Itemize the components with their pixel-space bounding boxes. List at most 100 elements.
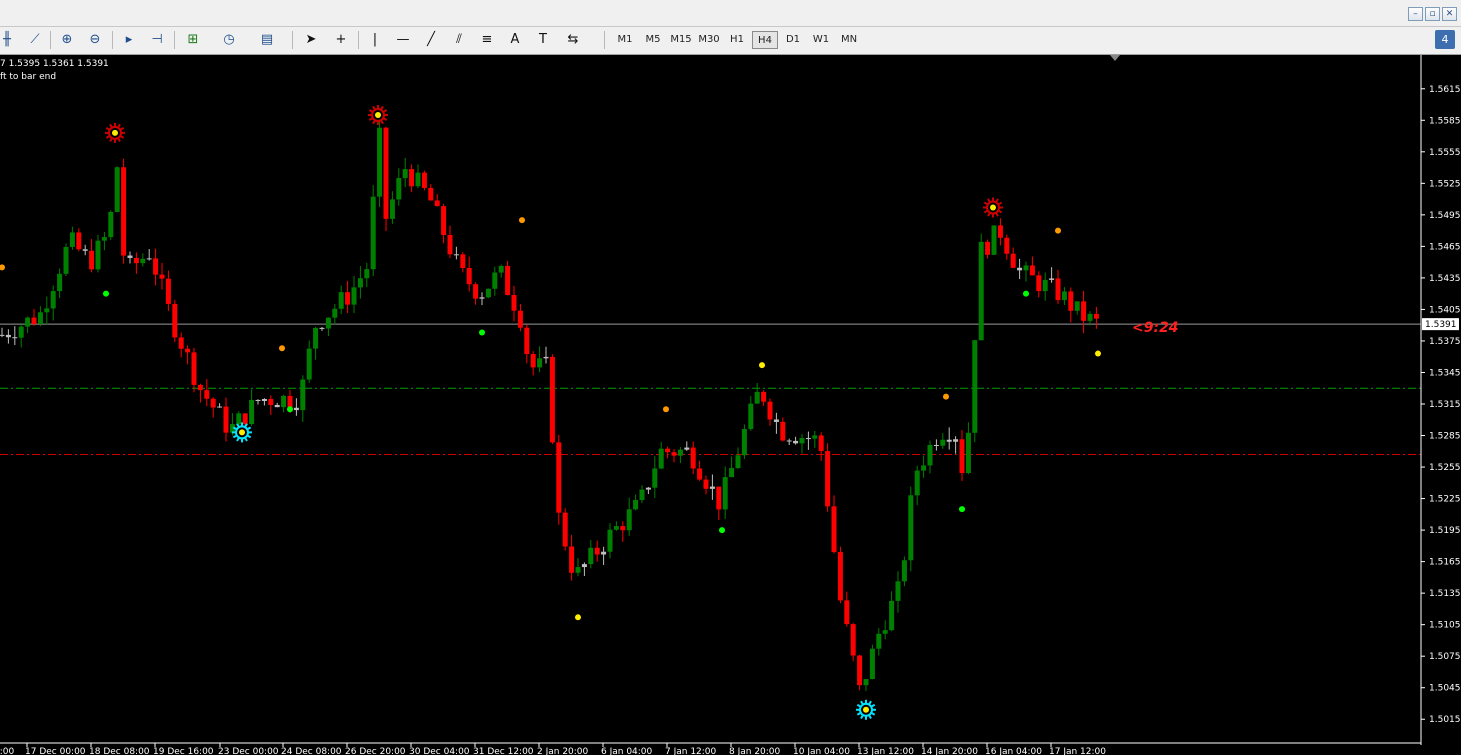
candle-body: [261, 399, 267, 401]
price-tick-label: 1.5045: [1429, 684, 1461, 694]
zoom-out-icon[interactable]: ⊖: [84, 30, 106, 50]
candle-body: [153, 258, 159, 275]
tf-m5[interactable]: M5: [641, 31, 665, 49]
time-tick-label: 6 Jan 04:00: [601, 747, 653, 755]
candle-body: [767, 401, 773, 420]
candle-body: [185, 348, 191, 353]
tf-h1[interactable]: H1: [725, 31, 749, 49]
candle-body: [281, 395, 287, 408]
price-tick-label: 1.5015: [1429, 715, 1461, 725]
periods-clock-icon[interactable]: ◷: [218, 30, 240, 50]
candle-body: [197, 384, 203, 391]
price-tick-label: 1.5285: [1429, 432, 1461, 442]
price-tick-label: 1.5435: [1429, 274, 1461, 284]
candle-body: [172, 303, 178, 338]
time-tick-label: 8 Jan 20:00: [729, 747, 781, 755]
candle-body: [1068, 291, 1074, 311]
trendline-icon[interactable]: ╱: [420, 30, 442, 50]
time-tick-label: 18 Dec 08:00: [89, 747, 150, 755]
candle-body: [121, 167, 127, 256]
tf-m1[interactable]: M1: [613, 31, 637, 49]
minimize-button[interactable]: –: [1408, 7, 1423, 21]
yellow-signal-dot: [575, 614, 581, 621]
candle-body: [268, 399, 274, 405]
auto-scroll-icon[interactable]: ▸: [118, 30, 140, 50]
indicators-icon[interactable]: ⊞: [182, 30, 204, 50]
zoom-in-icon[interactable]: ⊕: [56, 30, 78, 50]
price-tick-label: 1.5555: [1429, 148, 1461, 158]
price-tick-label: 1.5525: [1429, 179, 1461, 189]
candle-body: [517, 310, 523, 328]
candle-body: [140, 258, 146, 264]
sell-signal-icon: [983, 197, 1003, 218]
tf-m30[interactable]: M30: [695, 31, 723, 49]
tf-d1[interactable]: D1: [781, 31, 805, 49]
candle-body: [658, 448, 664, 469]
candle-body: [249, 399, 255, 424]
yellow-signal-dot: [1095, 350, 1101, 357]
candle-body: [447, 235, 453, 255]
crosshair-icon[interactable]: +: [330, 30, 352, 50]
candle-body: [31, 317, 37, 324]
price-chart[interactable]: 1.5615 1.5585 1.5555 1.5525 1.5495 1.5465 1.54…: [0, 55, 1461, 755]
candle-body: [761, 391, 767, 402]
time-tick-label: 31 Dec 12:00: [473, 747, 534, 755]
candle-body: [1029, 265, 1035, 276]
current-price-label: 1.5391: [1425, 320, 1457, 330]
text-label-icon[interactable]: T: [532, 30, 554, 50]
price-tick-label: 1.5225: [1429, 495, 1461, 505]
tf-m15[interactable]: M15: [667, 31, 695, 49]
line-chart-icon[interactable]: ⟋: [24, 30, 46, 50]
close-button[interactable]: ✕: [1442, 7, 1457, 21]
candle-body: [965, 432, 971, 474]
candle-body: [108, 211, 114, 238]
price-tick-label: 1.5255: [1429, 463, 1461, 473]
candle-body: [677, 449, 683, 456]
candle-body: [505, 265, 511, 296]
horizontal-line-icon[interactable]: —: [392, 30, 414, 50]
restore-button[interactable]: ▫: [1425, 7, 1440, 21]
candle-body: [76, 232, 82, 250]
candle-body: [1010, 253, 1016, 268]
chart-shift-icon[interactable]: ⊣: [146, 30, 168, 50]
price-tick-label: 1.5075: [1429, 652, 1461, 662]
indicator-label: ft to bar end: [0, 72, 57, 82]
candle-body: [300, 379, 306, 411]
candle-body: [82, 249, 88, 251]
vertical-line-icon[interactable]: |: [364, 30, 386, 50]
tf-w1[interactable]: W1: [809, 31, 833, 49]
toolbar-separator: [174, 31, 175, 49]
cursor-icon[interactable]: ➤: [300, 30, 322, 50]
candle-body: [748, 403, 754, 430]
candle-body: [165, 278, 171, 304]
candle-body: [569, 546, 575, 573]
buy-signal-icon: [856, 699, 876, 720]
toolbar-separator: [112, 31, 113, 49]
candle-body: [709, 486, 715, 489]
candle-body: [581, 564, 587, 568]
price-tick-label: 1.5465: [1429, 242, 1461, 252]
templates-icon[interactable]: ▤: [256, 30, 278, 50]
price-tick-label: 1.5135: [1429, 589, 1461, 599]
candle-body: [37, 312, 43, 324]
candle-body: [613, 526, 619, 530]
tf-h4[interactable]: H4: [752, 31, 778, 49]
equidistant-channel-icon[interactable]: ⫽: [448, 30, 470, 50]
candle-body: [485, 288, 491, 298]
fibonacci-icon[interactable]: ≡: [476, 30, 498, 50]
bar-chart-icon[interactable]: ╫: [0, 30, 18, 50]
orange-signal-dot: [663, 406, 669, 413]
tf-mn[interactable]: MN: [836, 31, 862, 49]
candle-body: [434, 200, 440, 207]
candle-body: [601, 551, 607, 555]
arrows-icon[interactable]: ⇆: [562, 30, 584, 50]
green-signal-dot: [479, 329, 485, 336]
candle-body: [729, 468, 735, 478]
candle-body: [799, 438, 805, 444]
help-badge[interactable]: 4: [1435, 30, 1455, 49]
candle-body: [306, 348, 312, 380]
price-tick-label: 1.5195: [1429, 526, 1461, 536]
text-icon[interactable]: A: [504, 30, 526, 50]
time-tick-label: 13 Jan 12:00: [857, 747, 914, 755]
candle-body: [50, 291, 56, 309]
